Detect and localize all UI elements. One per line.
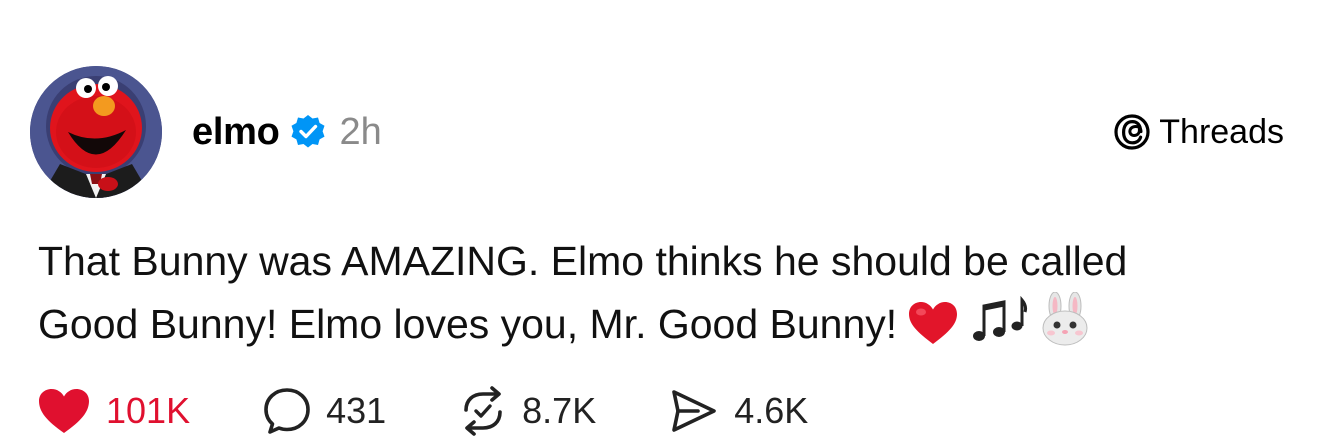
heart-icon: [36, 386, 92, 436]
like-count: 101K: [106, 390, 191, 431]
repost-button[interactable]: 8.7K: [458, 386, 596, 436]
like-button[interactable]: 101K: [36, 386, 190, 436]
post-body: That Bunny was AMAZING. Elmo thinks he s…: [38, 230, 1298, 363]
username[interactable]: elmo: [192, 111, 280, 154]
reply-count: 431: [326, 390, 387, 431]
post-author-line: elmo 2h: [192, 108, 382, 156]
rabbit-face-emoji-icon: [1039, 291, 1091, 363]
comment-bubble-icon: [262, 386, 312, 436]
red-heart-emoji-icon: [907, 300, 959, 363]
threads-label: Threads: [1159, 112, 1284, 151]
share-count: 4.6K: [734, 390, 809, 431]
threads-logo-icon: [1113, 113, 1151, 151]
repost-icon: [458, 386, 508, 436]
post-action-bar: 101K 431 8.7K 4.6K: [36, 383, 880, 439]
post-text-line-2-text: Good Bunny! Elmo loves you, Mr. Good Bun…: [38, 301, 898, 347]
musical-notes-emoji-icon: [969, 295, 1029, 363]
share-button[interactable]: 4.6K: [668, 386, 808, 436]
threads-link[interactable]: Threads: [1113, 108, 1284, 156]
verified-badge-icon: [290, 114, 326, 150]
post-timestamp: 2h: [339, 110, 382, 153]
repost-count: 8.7K: [522, 390, 597, 431]
post-text-line-2: Good Bunny! Elmo loves you, Mr. Good Bun…: [38, 291, 1298, 363]
send-icon: [668, 386, 720, 436]
elmo-avatar-image: [30, 66, 162, 198]
reply-button[interactable]: 431: [262, 386, 386, 436]
post-text-line-1: That Bunny was AMAZING. Elmo thinks he s…: [38, 238, 1128, 284]
threads-post-card: elmo 2h Threads That Bunny was AMAZING. …: [0, 0, 1320, 447]
avatar[interactable]: [30, 66, 162, 198]
